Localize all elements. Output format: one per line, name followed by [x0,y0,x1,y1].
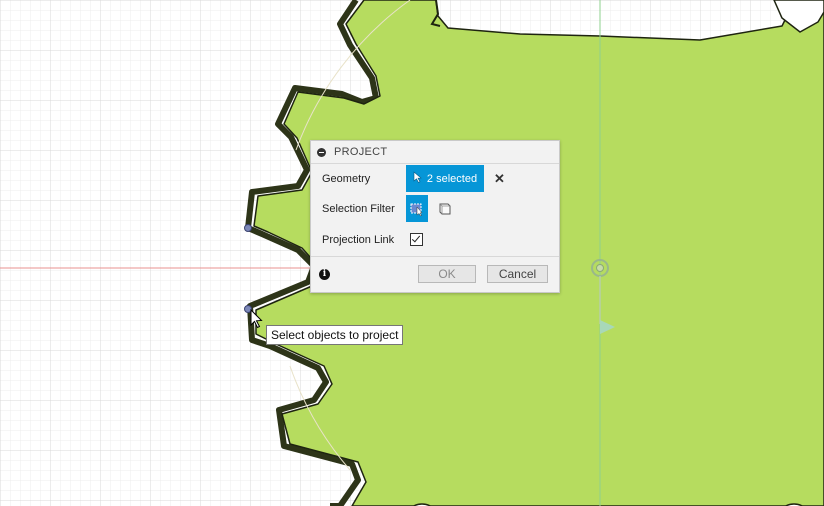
select-components-filter-icon[interactable] [434,195,456,222]
dialog-title: PROJECT [334,146,388,158]
dialog-footer: i OK Cancel [311,256,559,292]
geometry-label: Geometry [322,172,371,185]
mouse-pointer-icon [413,171,422,186]
ok-button[interactable]: OK [418,265,476,283]
project-dialog: PROJECT Geometry 2 selected ✕ Selection … [310,140,560,293]
selected-point-1[interactable] [244,224,252,232]
tooltip: Select objects to project [266,325,404,345]
collapse-icon[interactable] [317,147,326,157]
geometry-selection-count: 2 selected [426,172,478,185]
tooltip-text: Select objects to project [271,328,399,342]
info-icon[interactable]: i [319,269,330,280]
geometry-selection-button[interactable]: 2 selected [406,165,484,192]
selection-filter-row: Selection Filter [322,195,456,222]
selection-filter-label: Selection Filter [322,202,395,215]
projection-link-row: Projection Link [322,233,423,246]
clear-selection-icon[interactable]: ✕ [494,172,505,185]
mouse-cursor-icon [250,308,264,334]
dialog-header: PROJECT [311,141,559,164]
projection-link-checkbox[interactable] [410,233,423,246]
geometry-row: Geometry 2 selected ✕ [322,165,505,192]
cancel-button[interactable]: Cancel [487,265,548,283]
select-bodies-filter-icon[interactable] [406,195,428,222]
projection-link-label: Projection Link [322,233,395,246]
